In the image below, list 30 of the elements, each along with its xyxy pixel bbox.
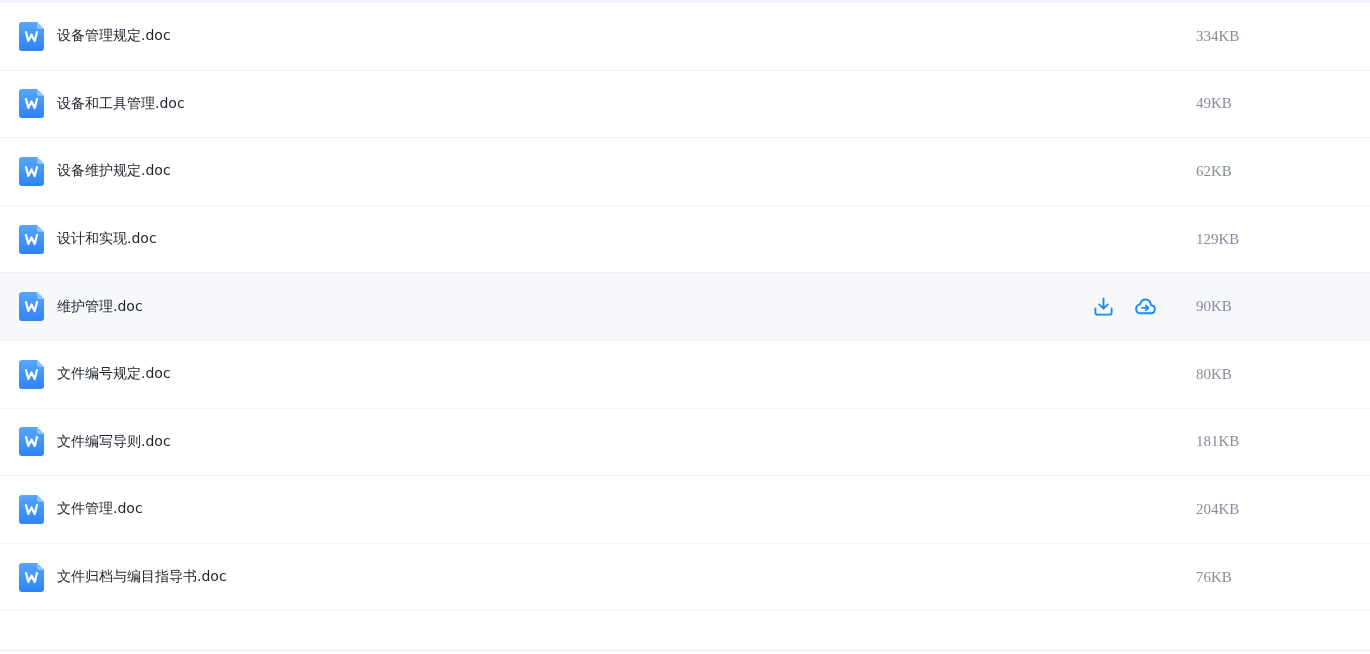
file-name[interactable]: 文件管理.doc <box>57 500 143 519</box>
file-size: 90KB <box>1196 298 1233 316</box>
file-row[interactable]: 维护管理.doc 90KB <box>0 273 1370 341</box>
word-document-icon <box>19 224 44 254</box>
file-name[interactable]: 设备管理规定.doc <box>57 27 171 46</box>
file-name[interactable]: 文件编写导则.doc <box>57 432 171 451</box>
file-size: 80KB <box>1196 365 1233 383</box>
word-document-icon <box>19 359 44 389</box>
file-name[interactable]: 设备和工具管理.doc <box>57 94 185 113</box>
file-name[interactable]: 文件归档与编目指导书.doc <box>57 568 227 587</box>
file-name[interactable]: 维护管理.doc <box>57 297 143 316</box>
cloud-arrow-icon[interactable] <box>1135 298 1156 316</box>
word-document-icon <box>19 562 44 592</box>
file-name[interactable]: 设备维护规定.doc <box>57 162 171 181</box>
file-size: 129KB <box>1196 230 1241 248</box>
file-size: 62KB <box>1196 163 1233 180</box>
word-document-icon <box>19 89 44 119</box>
word-document-icon <box>19 157 44 186</box>
word-document-icon <box>19 494 44 524</box>
word-document-icon <box>19 292 44 322</box>
download-icon[interactable] <box>1094 297 1113 317</box>
file-size: 76KB <box>1196 568 1233 586</box>
word-document-icon <box>19 427 44 457</box>
file-size: 49KB <box>1196 95 1233 113</box>
file-name[interactable]: 文件编号规定.doc <box>57 365 171 384</box>
file-name[interactable]: 设计和实现.doc <box>57 230 157 249</box>
file-size: 181KB <box>1196 433 1241 451</box>
file-size: 204KB <box>1196 500 1241 518</box>
file-size: 334KB <box>1196 27 1241 45</box>
word-document-icon <box>19 21 44 51</box>
